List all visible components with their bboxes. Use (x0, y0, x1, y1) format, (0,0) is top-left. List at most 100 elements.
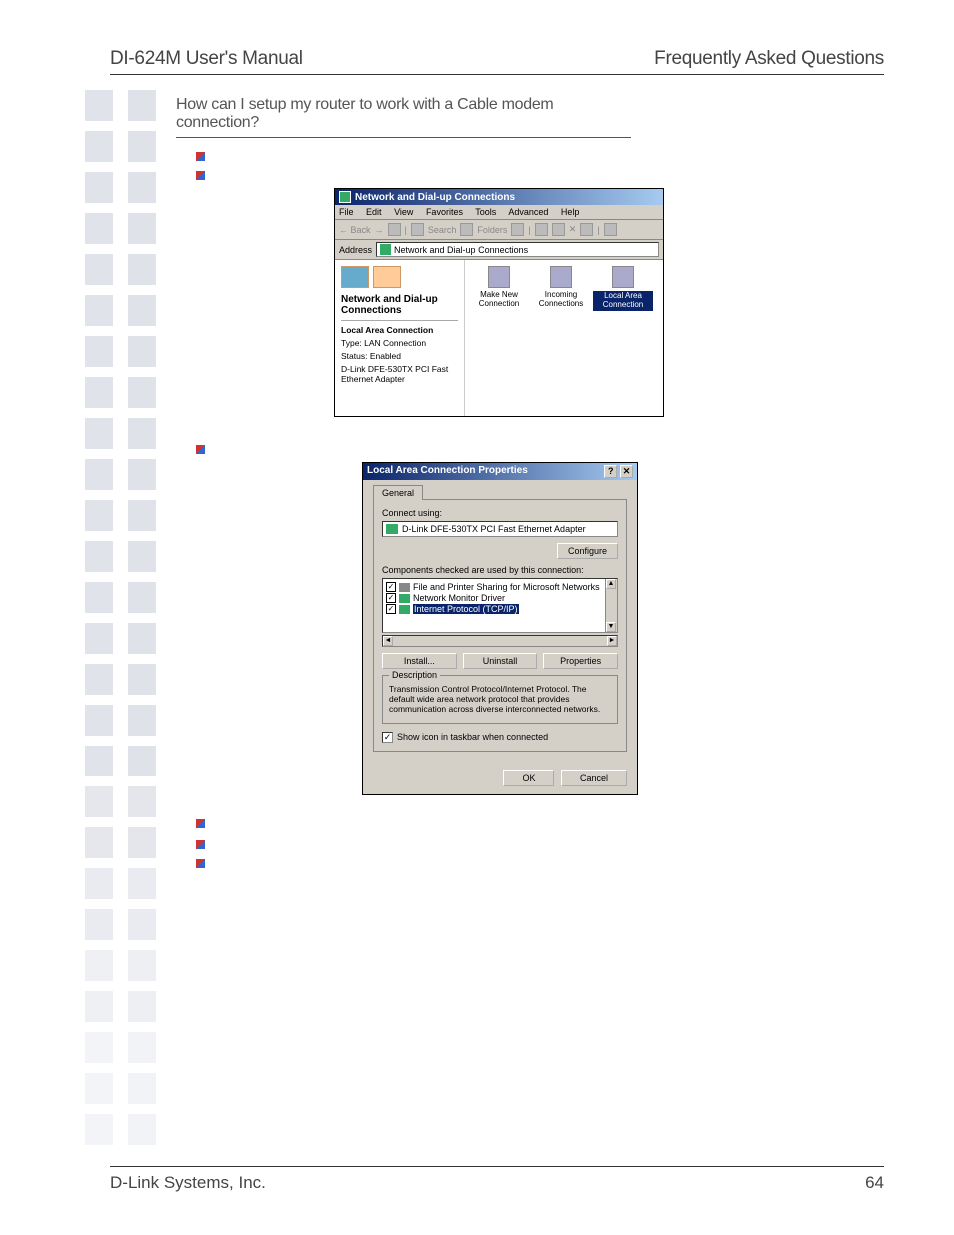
undo-icon[interactable] (580, 223, 593, 236)
decor-column-a (85, 90, 113, 1145)
menu-help[interactable]: Help (561, 207, 580, 217)
hscrollbar[interactable]: ◄ ► (382, 635, 618, 647)
up-icon[interactable] (388, 223, 401, 236)
menu-tools[interactable]: Tools (475, 207, 496, 217)
scroll-left-icon[interactable]: ◄ (383, 636, 393, 646)
tab-general[interactable]: General (373, 485, 423, 500)
bullet-icon (196, 859, 205, 868)
close-button[interactable]: ✕ (620, 465, 633, 478)
scroll-right-icon[interactable]: ► (607, 636, 617, 646)
window-left-pane: Network and Dial-up Connections Local Ar… (335, 260, 465, 416)
dialog-lan-properties: Local Area Connection Properties ? ✕ Gen… (362, 462, 638, 795)
bullet-icon (196, 152, 205, 161)
description-text: Transmission Control Protocol/Internet P… (389, 684, 611, 715)
search-icon[interactable] (411, 223, 424, 236)
header-left: DI-624M User's Manual (110, 48, 303, 70)
dialog-title-text: Local Area Connection Properties (367, 465, 528, 478)
properties-button[interactable]: Properties (543, 653, 618, 669)
bullet-icon (196, 171, 205, 180)
info-status: Status: Enabled (341, 351, 458, 361)
uninstall-button[interactable]: Uninstall (463, 653, 538, 669)
delete-icon[interactable]: ✕ (569, 224, 577, 235)
bullet-5 (176, 855, 884, 868)
protocol-icon (399, 594, 410, 603)
cancel-button[interactable]: Cancel (561, 770, 627, 786)
show-icon-checkbox[interactable]: ✓ Show icon in taskbar when connected (382, 732, 618, 743)
bullet-3 (176, 441, 884, 454)
conn-incoming[interactable]: Incoming Connections (531, 266, 591, 309)
conn-make-new[interactable]: Make New Connection (469, 266, 529, 309)
divider: | (528, 225, 530, 235)
folders-icon[interactable] (460, 223, 473, 236)
connection-icon (488, 266, 510, 288)
folder-icon (373, 266, 401, 288)
menu-file[interactable]: File (339, 207, 354, 217)
address-box[interactable]: Network and Dial-up Connections (376, 242, 659, 257)
components-label: Components checked are used by this conn… (382, 565, 618, 575)
address-value: Network and Dial-up Connections (394, 245, 528, 255)
nic-icon (386, 524, 398, 534)
bullet-mid-a (176, 815, 884, 828)
bullet-2 (176, 167, 884, 180)
header-right: Frequently Asked Questions (654, 48, 884, 70)
window-icon (339, 191, 351, 203)
components-list[interactable]: ✓ File and Printer Sharing for Microsoft … (382, 578, 618, 633)
views-icon[interactable] (604, 223, 617, 236)
menubar[interactable]: File Edit View Favorites Tools Advanced … (335, 205, 663, 220)
window-network-connections: Network and Dial-up Connections File Edi… (334, 188, 664, 417)
checkbox-icon[interactable]: ✓ (382, 732, 393, 743)
bullet-4 (176, 836, 884, 849)
bullet-icon (196, 840, 205, 849)
divider: | (597, 225, 599, 235)
footer-right: 64 (865, 1173, 884, 1193)
service-icon (399, 583, 410, 592)
window-right-pane: Make New Connection Incoming Connections… (465, 260, 663, 416)
adapter-name: D-Link DFE-530TX PCI Fast Ethernet Adapt… (402, 524, 586, 534)
connection-icon (612, 266, 634, 288)
folder-icon (341, 266, 369, 288)
fwd-icon[interactable]: → (375, 225, 384, 235)
scrollbar[interactable]: ▲ ▼ (605, 579, 617, 632)
window-body: Network and Dial-up Connections Local Ar… (335, 260, 663, 416)
help-button[interactable]: ? (604, 465, 617, 478)
conn-label: Local Area Connection (593, 291, 653, 311)
description-box: Description Transmission Control Protoco… (382, 675, 618, 724)
address-bar: Address Network and Dial-up Connections (335, 240, 663, 260)
window-titlebar: Network and Dial-up Connections (335, 189, 663, 205)
comp-item-selected[interactable]: Internet Protocol (TCP/IP) (413, 604, 519, 614)
ok-button[interactable]: OK (503, 770, 554, 786)
move-icon[interactable] (535, 223, 548, 236)
back-label[interactable]: ← Back (339, 225, 371, 235)
install-button[interactable]: Install... (382, 653, 457, 669)
page-footer: D-Link Systems, Inc. 64 (110, 1166, 884, 1193)
configure-button[interactable]: Configure (557, 543, 618, 559)
checkbox-icon[interactable]: ✓ (386, 582, 396, 592)
conn-label: Incoming Connections (531, 291, 591, 309)
menu-favorites[interactable]: Favorites (426, 207, 463, 217)
copy-icon[interactable] (552, 223, 565, 236)
dialog-titlebar: Local Area Connection Properties ? ✕ (363, 463, 637, 480)
conn-local-area[interactable]: Local Area Connection (593, 266, 653, 311)
show-icon-label: Show icon in taskbar when connected (397, 732, 548, 742)
menu-advanced[interactable]: Advanced (508, 207, 548, 217)
page-header: DI-624M User's Manual Frequently Asked Q… (110, 48, 884, 75)
menu-edit[interactable]: Edit (366, 207, 382, 217)
menu-view[interactable]: View (394, 207, 413, 217)
checkbox-icon[interactable]: ✓ (386, 593, 396, 603)
window-title-text: Network and Dial-up Connections (355, 192, 515, 203)
toolbar: ← Back → | Search Folders | ✕ | (335, 220, 663, 240)
checkbox-icon[interactable]: ✓ (386, 604, 396, 614)
bullet-icon (196, 445, 205, 454)
comp-item[interactable]: File and Printer Sharing for Microsoft N… (413, 582, 600, 592)
history-icon[interactable] (511, 223, 524, 236)
comp-item[interactable]: Network Monitor Driver (413, 593, 505, 603)
divider: | (405, 225, 407, 235)
info-heading: Local Area Connection (341, 325, 458, 335)
address-icon (380, 244, 391, 255)
tab-panel: Connect using: D-Link DFE-530TX PCI Fast… (373, 499, 627, 752)
scroll-down-icon[interactable]: ▼ (606, 622, 616, 632)
info-adapter: D-Link DFE-530TX PCI Fast Ethernet Adapt… (341, 364, 458, 384)
connection-icon (550, 266, 572, 288)
scroll-up-icon[interactable]: ▲ (606, 579, 616, 589)
bullet-icon (196, 819, 205, 828)
